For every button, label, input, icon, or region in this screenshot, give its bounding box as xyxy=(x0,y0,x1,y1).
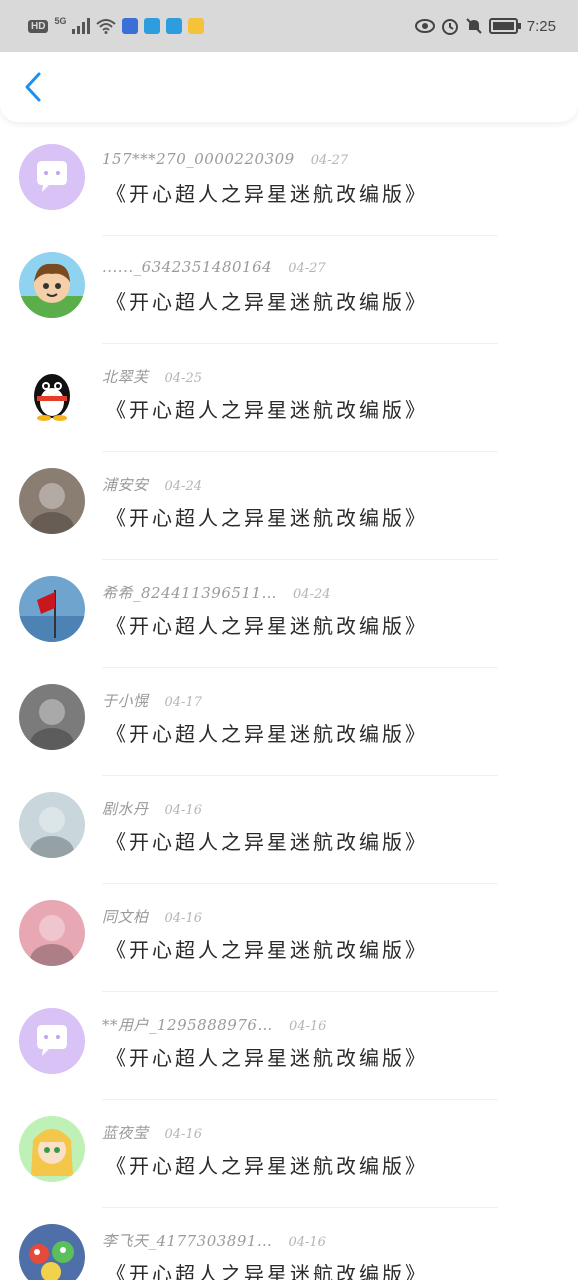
back-button[interactable] xyxy=(18,67,48,107)
message-date: 04-24 xyxy=(164,479,202,494)
message-date: 04-25 xyxy=(164,371,202,386)
sender-name: 李飞天_4177303891… xyxy=(102,1232,273,1250)
message-meta: 157***270_0000220309 04-27 xyxy=(102,150,348,168)
sender-name: 于小愰 xyxy=(102,692,149,710)
message-text: 《开心超人之异星迷航改编版》 xyxy=(106,506,428,530)
message-meta: 于小愰 04-17 xyxy=(102,690,202,711)
message-meta: 北翠芙 04-25 xyxy=(102,366,202,387)
message-meta: 希希_824411396511… 04-24 xyxy=(102,582,331,603)
photo-avatar[interactable] xyxy=(19,900,85,966)
message-date: 04-16 xyxy=(164,803,202,818)
anime-avatar[interactable] xyxy=(19,1116,85,1182)
message-text: 《开心超人之异星迷航改编版》 xyxy=(106,1046,428,1070)
message-row[interactable]: 同文柏 04-16 《开心超人之异星迷航改编版》 xyxy=(0,884,578,992)
message-row[interactable]: 于小愰 04-17 《开心超人之异星迷航改编版》 xyxy=(0,668,578,776)
message-meta: 同文柏 04-16 xyxy=(102,906,202,927)
status-bar: HD 5G 7:25 xyxy=(0,0,578,52)
message-date: 04-27 xyxy=(288,261,326,276)
battery-icon xyxy=(488,18,521,34)
sender-name: **用户_1295888976… xyxy=(102,1016,273,1034)
message-row[interactable]: ......_6342351480164 04-27 《开心超人之异星迷航改编版》 xyxy=(0,236,578,344)
title-bar xyxy=(0,52,578,122)
message-date: 04-27 xyxy=(310,153,349,168)
photo-avatar[interactable] xyxy=(19,792,85,858)
message-text: 《开心超人之异星迷航改编版》 xyxy=(106,1262,428,1280)
message-text: 《开心超人之异星迷航改编版》 xyxy=(106,722,428,746)
telegram-icon xyxy=(166,18,183,34)
sender-name: 希希_824411396511… xyxy=(102,584,278,602)
message-date: 04-16 xyxy=(288,1235,326,1250)
message-meta: 李飞天_4177303891… 04-16 xyxy=(102,1230,326,1251)
message-row[interactable]: 希希_824411396511… 04-24 《开心超人之异星迷航改编版》 xyxy=(0,560,578,668)
mute-icon xyxy=(466,18,482,34)
message-meta: **用户_1295888976… 04-16 xyxy=(102,1014,326,1035)
message-list: 157***270_0000220309 04-27 《开心超人之异星迷航改编版》.… xyxy=(0,128,578,1280)
message-text: 《开心超人之异星迷航改编版》 xyxy=(106,938,428,962)
message-meta: 浦安安 04-24 xyxy=(102,474,202,495)
message-text: 《开心超人之异星迷航改编版》 xyxy=(106,290,428,314)
message-text: 《开心超人之异星迷航改编版》 xyxy=(106,614,428,638)
sender-name: 157***270_0000220309 xyxy=(102,150,295,168)
message-row[interactable]: 李飞天_4177303891… 04-16 《开心超人之异星迷航改编版》 xyxy=(0,1208,578,1280)
qq-penguin-avatar[interactable] xyxy=(19,360,85,426)
message-row[interactable]: **用户_1295888976… 04-16 《开心超人之异星迷航改编版》 xyxy=(0,992,578,1100)
default-chat-avatar[interactable] xyxy=(19,144,85,210)
message-row[interactable]: 剧水丹 04-16 《开心超人之异星迷航改编版》 xyxy=(0,776,578,884)
sender-name: 剧水丹 xyxy=(102,800,149,818)
message-meta: 剧水丹 04-16 xyxy=(102,798,202,819)
alarm-icon xyxy=(441,19,458,35)
message-meta: 蓝夜莹 04-16 xyxy=(102,1122,202,1143)
status-bar-right: 7:25 xyxy=(414,17,556,35)
message-row[interactable]: 157***270_0000220309 04-27 《开心超人之异星迷航改编版》 xyxy=(0,128,578,236)
eye-icon xyxy=(414,19,435,33)
photo-avatar[interactable] xyxy=(19,468,85,534)
sender-name: 同文柏 xyxy=(102,908,149,926)
sender-name: ......_6342351480164 xyxy=(102,258,273,276)
message-date: 04-17 xyxy=(164,695,202,710)
photo-avatar[interactable] xyxy=(19,684,85,750)
message-date: 04-16 xyxy=(288,1019,327,1034)
message-date: 04-24 xyxy=(293,587,331,602)
sender-name: 北翠芙 xyxy=(102,368,149,386)
cartoon-boy-avatar[interactable] xyxy=(19,252,85,318)
app-icon xyxy=(188,18,205,34)
message-row[interactable]: 蓝夜莹 04-16 《开心超人之异星迷航改编版》 xyxy=(0,1100,578,1208)
chevron-left-icon xyxy=(25,72,41,102)
message-text: 《开心超人之异星迷航改编版》 xyxy=(106,830,428,854)
signal-icon xyxy=(72,18,91,34)
network-type: 5G xyxy=(54,16,67,26)
default-chat-avatar[interactable] xyxy=(19,1008,85,1074)
message-meta: ......_6342351480164 04-27 xyxy=(102,258,326,276)
sender-name: 蓝夜莹 xyxy=(102,1124,149,1142)
flag-photo-avatar[interactable] xyxy=(19,576,85,642)
message-text: 《开心超人之异星迷航改编版》 xyxy=(106,398,428,422)
message-text: 《开心超人之异星迷航改编版》 xyxy=(106,1154,428,1178)
message-row[interactable]: 北翠芙 04-25 《开心超人之异星迷航改编版》 xyxy=(0,344,578,452)
telegram-icon xyxy=(144,18,161,34)
wifi-icon xyxy=(96,19,117,34)
clock: 7:25 xyxy=(526,17,556,35)
message-text: 《开心超人之异星迷航改编版》 xyxy=(106,182,428,206)
hd-indicator: HD xyxy=(28,19,49,33)
status-bar-left: HD 5G xyxy=(28,16,205,34)
message-date: 04-16 xyxy=(164,911,202,926)
message-row[interactable]: 浦安安 04-24 《开心超人之异星迷航改编版》 xyxy=(0,452,578,560)
app-icon xyxy=(122,18,139,34)
cartoon-avatar[interactable] xyxy=(19,1224,85,1280)
sender-name: 浦安安 xyxy=(102,476,149,494)
message-date: 04-16 xyxy=(164,1127,202,1142)
